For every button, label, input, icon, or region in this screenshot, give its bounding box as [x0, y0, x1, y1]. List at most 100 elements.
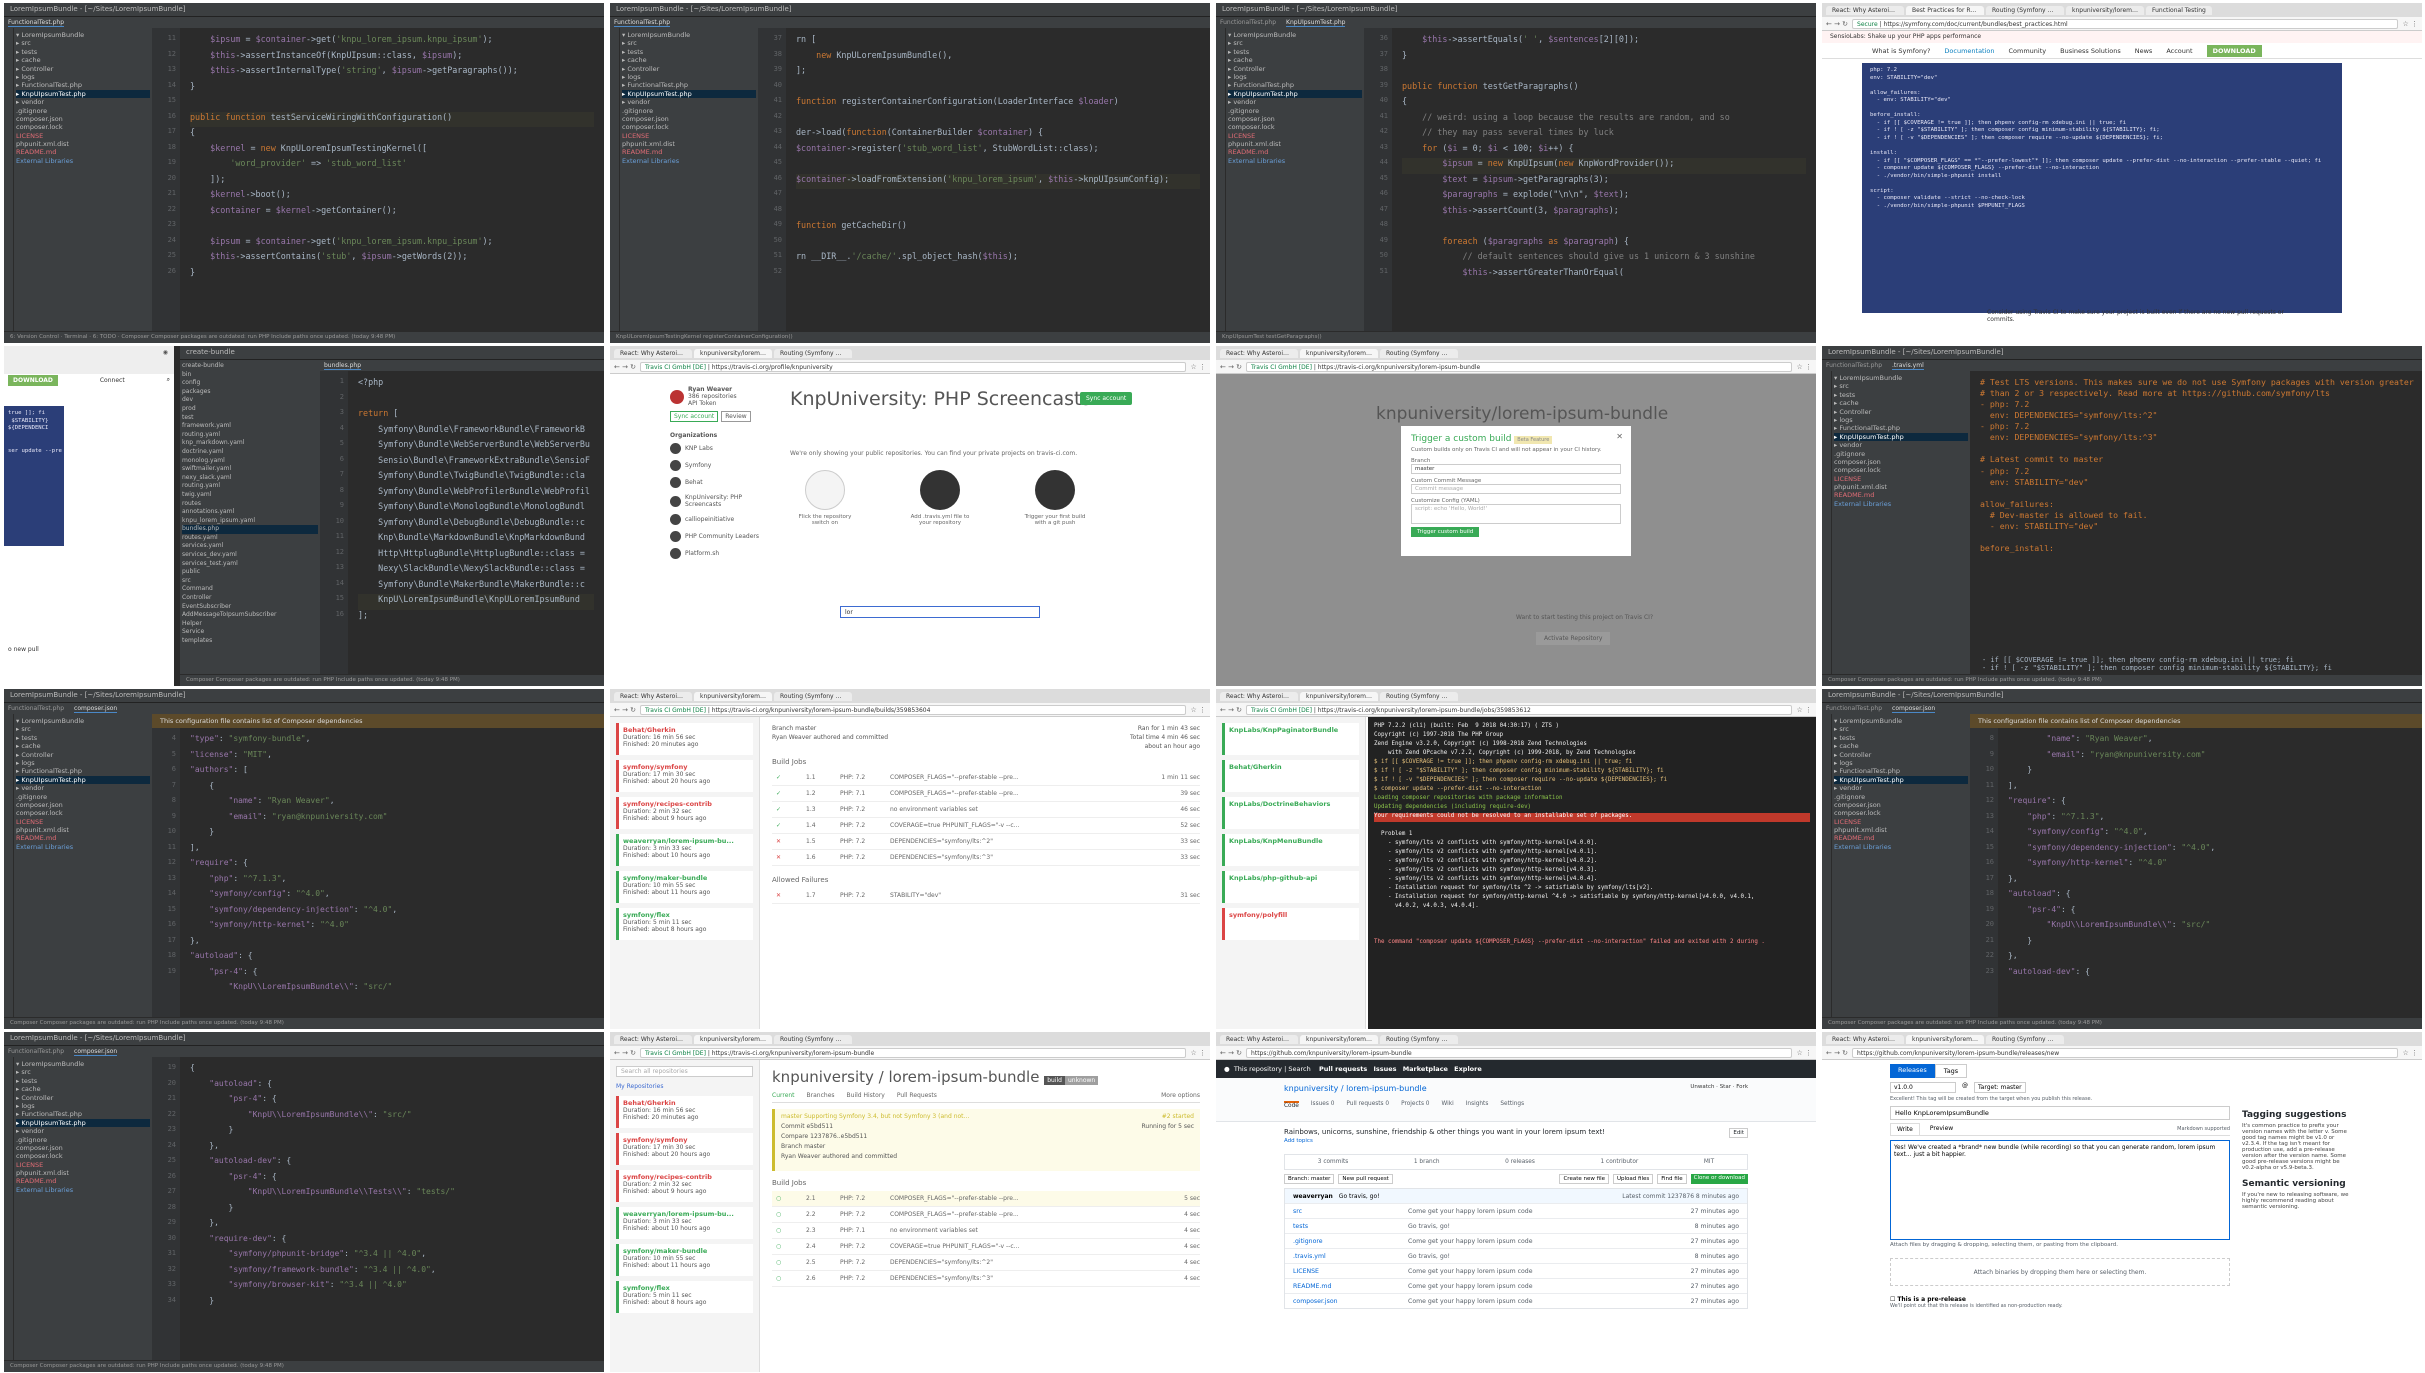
repo-card[interactable]: Behat/Gherkin Duration: 16 min 56 sec Fini… [616, 1096, 753, 1128]
browser-tab[interactable]: Routing (Symfony Docs) [1986, 6, 2064, 15]
browser-tab[interactable]: Routing (Symfony Docs) [1380, 692, 1458, 701]
tree-item[interactable]: ▸ cache [1228, 56, 1362, 64]
job-row[interactable]: ○ 2.6 PHP: 7.2 DEPENDENCIES="symfony/lts:^3… [772, 1271, 1200, 1287]
repo-card[interactable]: weaverryan/lorem-ipsum-bu... Duration: 3 … [616, 834, 753, 866]
code-editor[interactable]: <?php return [ Symfony\Bundle\FrameworkBu… [348, 371, 604, 674]
tree-item[interactable]: README.md [16, 1177, 150, 1185]
url-input[interactable]: Travis CI GmbH [DE] | https://travis-ci.… [640, 361, 1187, 372]
tree-item[interactable]: AddMessageToIpsumSubscriber [182, 611, 318, 620]
tree-item[interactable]: composer.json [16, 1144, 150, 1152]
star-icon[interactable]: ☆ ⋮ [2402, 20, 2418, 28]
nav-item[interactable]: Documentation [1944, 47, 1994, 55]
tree-item[interactable]: ▸ vendor [1834, 441, 1968, 449]
job-row[interactable]: ✕ 1.7 PHP: 7.2 STABILITY="dev" 31 sec [772, 888, 1200, 904]
back-forward-icon[interactable]: ← → ↻ [1220, 706, 1242, 714]
tree-item[interactable]: ▸ vendor [1834, 784, 1968, 792]
connect-link[interactable]: Connect [100, 377, 125, 384]
repo-card[interactable]: symfony/maker-bundle Duration: 10 min 55 … [616, 871, 753, 903]
tree-item[interactable]: phpunit.xml.dist [622, 140, 756, 148]
tree-item[interactable]: ▸ logs [1228, 73, 1362, 81]
tree-item[interactable]: .gitignore [622, 107, 756, 115]
tree-item[interactable]: composer.lock [1228, 123, 1362, 131]
github-logo-icon[interactable]: ● [1224, 1065, 1230, 1073]
tree-item[interactable]: ▸ cache [622, 56, 756, 64]
tree-item[interactable]: LICENSE [1834, 818, 1968, 826]
tree-item[interactable]: .gitignore [16, 107, 150, 115]
tree-item[interactable]: ▸ Controller [16, 65, 150, 73]
tab-travis-yml[interactable]: .travis.yml [1892, 362, 1924, 370]
tree-item[interactable]: ▸ src [622, 39, 756, 47]
nav-item[interactable]: Business Solutions [2060, 47, 2121, 55]
tree-item[interactable]: composer.lock [1834, 809, 1968, 817]
tab-insights[interactable]: Insights [1466, 1101, 1489, 1109]
commit-author[interactable]: weaverryan [1293, 1193, 1333, 1200]
tree-item[interactable]: ▸ KnpUIpsumTest.php [16, 89, 150, 99]
find-file-button[interactable]: Find file [1657, 1174, 1687, 1184]
download-button[interactable]: DOWNLOAD [2206, 44, 2262, 57]
tree-item[interactable]: ▸ Controller [1834, 751, 1968, 759]
url-input[interactable]: https://github.com/knpuniversity/lorem-i… [1246, 1047, 1793, 1058]
tree-item[interactable]: ▸ logs [1834, 416, 1968, 424]
file-row[interactable]: LICENSE Come get your happy lorem ipsum c… [1285, 1263, 1747, 1278]
tree-item[interactable]: Service [182, 628, 318, 637]
org-item[interactable]: Platform.sh [670, 548, 770, 559]
tree-item[interactable]: bin [182, 371, 318, 380]
tab-functional-test[interactable]: FunctionalTest.php [8, 1048, 64, 1055]
repo-card[interactable]: symfony/flex Duration: 5 min 11 sec Finish… [616, 908, 753, 940]
tab-write[interactable]: Write [1890, 1122, 1920, 1135]
review-button[interactable]: Review [721, 411, 751, 422]
tree-item[interactable]: ▸ tests [622, 48, 756, 56]
tab-current[interactable]: Current [772, 1092, 795, 1099]
tree-item[interactable]: ▸ FunctionalTest.php [622, 81, 756, 89]
url-input[interactable]: https://github.com/knpuniversity/lorem-i… [1852, 1047, 2399, 1058]
org-item[interactable]: Behat [670, 477, 770, 488]
tree-item[interactable]: ▸ logs [16, 73, 150, 81]
tree-item[interactable]: ▸ Controller [1228, 65, 1362, 73]
tab-tags[interactable]: Tags [1934, 1064, 1968, 1078]
tree-item[interactable]: ▸ Controller [16, 1094, 150, 1102]
tree-item[interactable]: ▸ vendor [622, 98, 756, 106]
tree-item[interactable]: ▸ Controller [1834, 408, 1968, 416]
tab-composer[interactable]: composer.json [74, 1048, 118, 1056]
code-editor[interactable]: # Test LTS versions. This makes sure we … [1970, 371, 2422, 674]
tree-item[interactable]: ▸ FunctionalTest.php [1834, 767, 1968, 775]
file-row[interactable]: tests Go travis, go! 8 minutes ago [1285, 1218, 1747, 1233]
tree-item[interactable]: nexy_slack.yaml [182, 474, 318, 483]
tree-item[interactable]: LICENSE [622, 132, 756, 140]
tab-composer[interactable]: composer.json [1892, 705, 1936, 713]
tab-composer[interactable]: composer.json [74, 705, 118, 713]
browser-tab[interactable]: knpuniversity/lorem-ipsum... [2066, 6, 2144, 15]
job-row[interactable]: ✕ 1.5 PHP: 7.2 DEPENDENCIES="symfony/lts:^2… [772, 834, 1200, 850]
tree-item[interactable]: ▸ src [1834, 382, 1968, 390]
star-icon[interactable]: ☆ ⋮ [2402, 1049, 2418, 1057]
org-item[interactable]: PHP Community Leaders [670, 531, 770, 542]
back-forward-icon[interactable]: ← → ↻ [614, 363, 636, 371]
tree-item[interactable]: phpunit.xml.dist [1834, 483, 1968, 491]
tree-item[interactable]: phpunit.xml.dist [1228, 140, 1362, 148]
tree-item[interactable]: routes [182, 500, 318, 509]
back-forward-icon[interactable]: ← → ↻ [614, 1049, 636, 1057]
tree-item[interactable]: ▸ FunctionalTest.php [16, 1110, 150, 1118]
tree-item[interactable]: LICENSE [16, 818, 150, 826]
browser-tab[interactable]: knpuniversity/lorem-ipsum... [1300, 349, 1378, 358]
tree-item[interactable]: phpunit.xml.dist [16, 826, 150, 834]
job-row[interactable]: ✓ 1.2 PHP: 7.1 COMPOSER_FLAGS="--prefer-sta… [772, 786, 1200, 802]
new-pr-button[interactable]: New pull request [1338, 1174, 1393, 1184]
tree-item[interactable]: ▸ FunctionalTest.php [1834, 424, 1968, 432]
browser-tab[interactable]: Best Practices for Reusable... [1906, 6, 1984, 15]
sync-account-button[interactable]: Sync account [1080, 392, 1133, 405]
star-icon[interactable]: ☆ ⋮ [1190, 706, 1206, 714]
org-item[interactable]: KnpUniversity: PHP Screencasts [670, 494, 770, 508]
add-topics-link[interactable]: Add topics [1284, 1138, 1748, 1144]
browser-tab[interactable]: React: Why Asteroids Tool... [1220, 692, 1298, 701]
tree-item[interactable]: knp_markdown.yaml [182, 439, 318, 448]
browser-tab[interactable]: React: Why Asteroids Tool... [614, 692, 692, 701]
browser-tab[interactable]: Routing (Symfony Docs) [774, 349, 852, 358]
tree-item[interactable]: phpunit.xml.dist [16, 140, 150, 148]
browser-tab[interactable]: Functional Testing [2146, 6, 2212, 15]
tree-item[interactable]: ▸ logs [16, 1102, 150, 1110]
file-row[interactable]: .gitignore Come get your happy lorem ipsu… [1285, 1233, 1747, 1248]
tree-item[interactable]: bundles.php [182, 525, 318, 534]
repo-filter-input[interactable]: lor [840, 606, 1040, 618]
repo-card[interactable]: KnpLabs/KnpPaginatorBundle [1222, 723, 1359, 755]
